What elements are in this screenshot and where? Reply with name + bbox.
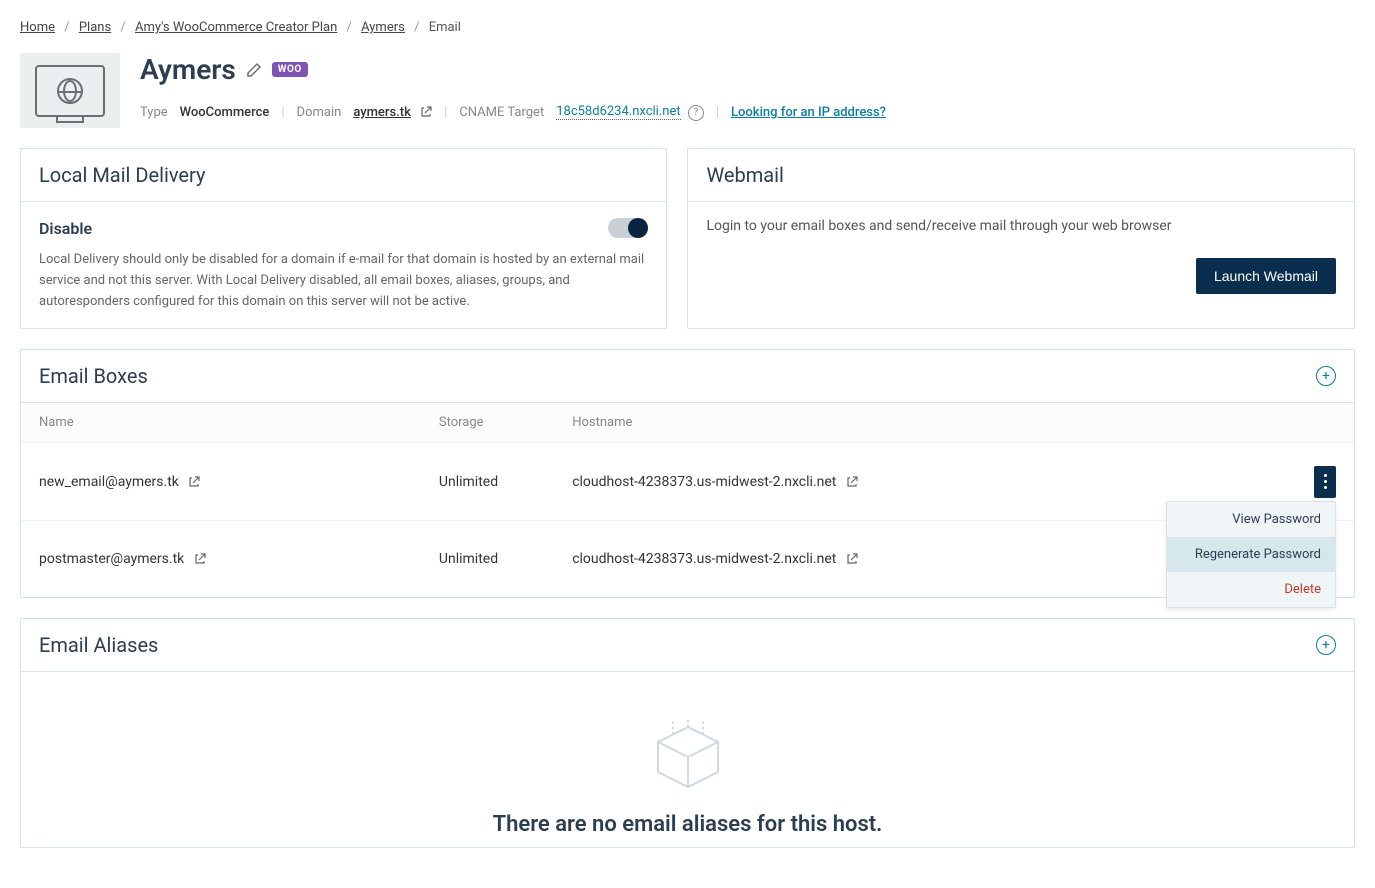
external-link-icon[interactable] <box>182 474 200 490</box>
add-email-alias-button[interactable]: + <box>1316 635 1336 655</box>
email-name: new_email@aymers.tk <box>39 474 179 490</box>
email-boxes-card: Email Boxes + Name Storage Hostname new_… <box>20 349 1355 598</box>
site-thumbnail <box>20 53 120 128</box>
webmail-desc: Login to your email boxes and send/recei… <box>706 218 1336 234</box>
external-link-icon[interactable] <box>840 474 858 490</box>
local-mail-help: Local Delivery should only be disabled f… <box>39 250 648 312</box>
type-label: Type <box>140 105 168 120</box>
email-boxes-title: Email Boxes <box>39 364 148 388</box>
email-storage: Unlimited <box>439 474 498 490</box>
cname-link[interactable]: 18c58d6234.nxcli.net <box>556 104 680 120</box>
breadcrumb-plans[interactable]: Plans <box>79 20 111 35</box>
ip-address-link[interactable]: Looking for an IP address? <box>731 105 886 120</box>
email-aliases-title: Email Aliases <box>39 633 158 657</box>
help-icon[interactable]: ? <box>688 105 704 121</box>
domain-link[interactable]: aymers.tk <box>353 105 411 120</box>
cname-label: CNAME Target <box>459 105 544 120</box>
col-name: Name <box>21 403 421 443</box>
globe-icon <box>57 78 83 104</box>
disable-toggle[interactable] <box>608 218 648 238</box>
breadcrumb: Home / Plans / Amy's WooCommerce Creator… <box>20 20 1355 35</box>
local-mail-title: Local Mail Delivery <box>39 163 648 187</box>
breadcrumb-site[interactable]: Aymers <box>361 20 405 35</box>
breadcrumb-current: Email <box>429 20 461 35</box>
page-title: Aymers <box>140 53 236 86</box>
row-actions-menu: View Password Regenerate Password Delete <box>1166 501 1336 608</box>
col-hostname: Hostname <box>554 403 1287 443</box>
email-hostname: cloudhost-4238373.us-midwest-2.nxcli.net <box>572 474 836 490</box>
breadcrumb-plan[interactable]: Amy's WooCommerce Creator Plan <box>135 20 337 35</box>
row-actions-button[interactable] <box>1314 466 1336 498</box>
email-hostname: cloudhost-4238373.us-midwest-2.nxcli.net <box>572 551 836 567</box>
page-header: Aymers WOO Type WooCommerce | Domain aym… <box>20 53 1355 128</box>
add-email-box-button[interactable]: + <box>1316 366 1336 386</box>
disable-label: Disable <box>39 219 92 238</box>
empty-aliases-text: There are no email aliases for this host… <box>41 812 1334 837</box>
launch-webmail-button[interactable]: Launch Webmail <box>1196 258 1336 294</box>
table-row: new_email@aymers.tk Unlimited cloudhost-… <box>21 443 1354 521</box>
breadcrumb-home[interactable]: Home <box>20 20 55 35</box>
webmail-title: Webmail <box>706 163 1336 187</box>
header-meta: Type WooCommerce | Domain aymers.tk | CN… <box>140 104 1355 121</box>
woo-badge: WOO <box>272 62 308 77</box>
external-link-icon[interactable] <box>188 551 206 567</box>
email-storage: Unlimited <box>439 551 498 567</box>
email-aliases-card: Email Aliases + There are no email alias… <box>20 618 1355 848</box>
email-name: postmaster@aymers.tk <box>39 551 184 567</box>
empty-box-icon <box>638 712 738 792</box>
col-storage: Storage <box>421 403 554 443</box>
external-link-icon <box>414 105 432 120</box>
email-boxes-table: Name Storage Hostname new_email@aymers.t… <box>21 403 1354 597</box>
menu-regenerate-password[interactable]: Regenerate Password <box>1167 537 1335 572</box>
local-mail-card: Local Mail Delivery Disable Local Delive… <box>20 148 667 329</box>
domain-label: Domain <box>297 105 342 120</box>
menu-view-password[interactable]: View Password <box>1167 502 1335 537</box>
webmail-card: Webmail Login to your email boxes and se… <box>687 148 1355 329</box>
table-row: postmaster@aymers.tk Unlimited cloudhost… <box>21 520 1354 597</box>
type-value: WooCommerce <box>180 105 270 120</box>
pencil-icon[interactable] <box>246 62 262 78</box>
menu-delete[interactable]: Delete <box>1167 572 1335 607</box>
external-link-icon[interactable] <box>840 551 858 567</box>
